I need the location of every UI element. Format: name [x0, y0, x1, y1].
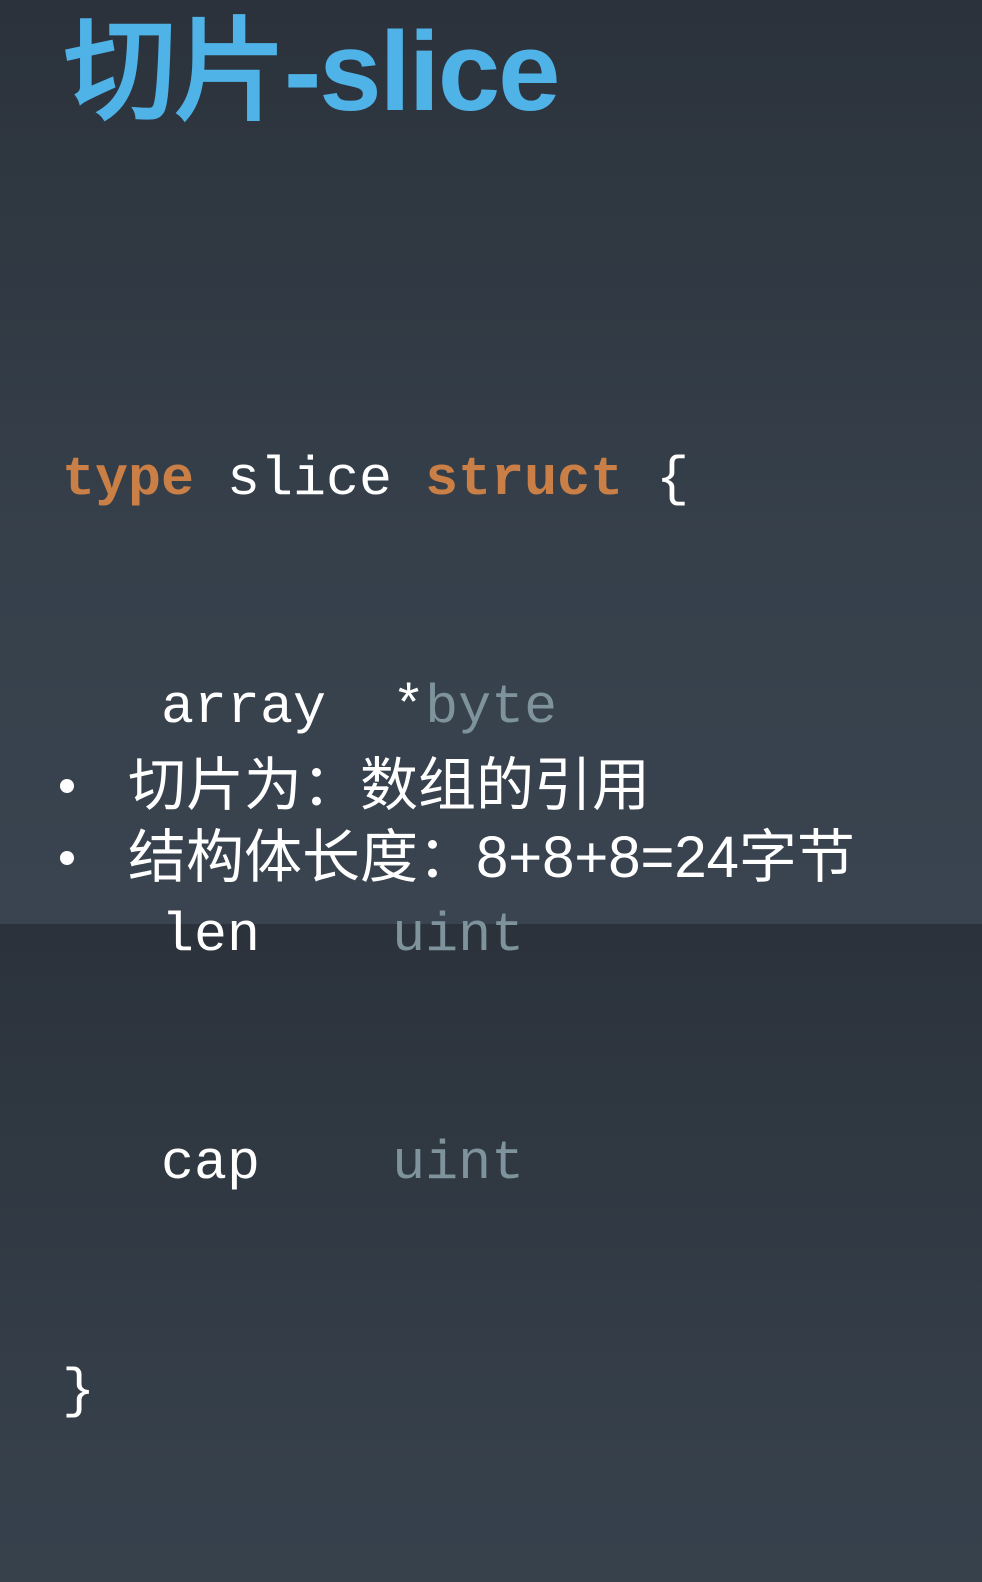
field-name: len [161, 904, 261, 967]
bullet-dot-icon [60, 851, 74, 865]
bullet-list: 切片为：数组的引用 结构体长度：8+8+8=24字节 [56, 750, 855, 894]
open-brace: { [623, 448, 690, 511]
code-line-field-array: array *byte [62, 670, 689, 746]
field-indent [62, 1132, 161, 1195]
struct-name: slice [194, 448, 426, 511]
field-type: byte [425, 676, 558, 739]
code-line-field-len: len uint [62, 898, 689, 974]
code-line-field-cap: cap uint [62, 1126, 689, 1202]
slide-title: 切片-slice [64, 9, 560, 134]
slide: 切片-slice type slice struct { array *byte… [0, 0, 982, 1423]
bullet-item: 切片为：数组的引用 [56, 750, 855, 822]
field-indent [62, 676, 161, 739]
field-name: cap [161, 1132, 261, 1195]
field-type: uint [392, 1132, 525, 1195]
field-gap [260, 904, 392, 967]
bullet-item: 结构体长度：8+8+8=24字节 [56, 822, 855, 894]
keyword-struct: struct [425, 448, 624, 511]
field-gap [326, 676, 392, 739]
pointer-star: * [392, 676, 426, 739]
field-type: uint [392, 904, 525, 967]
keyword-type: type [62, 448, 195, 511]
bullet-text: 结构体长度：8+8+8=24字节 [128, 825, 855, 890]
field-name: array [161, 676, 327, 739]
bullet-dot-icon [60, 779, 74, 793]
field-indent [62, 904, 161, 967]
code-block: type slice struct { array *byte len uint… [62, 290, 689, 1582]
field-gap [260, 1132, 392, 1195]
close-brace: } [62, 1360, 96, 1423]
code-line-close: } [62, 1354, 689, 1430]
code-line-struct-decl: type slice struct { [62, 442, 689, 518]
bullet-text: 切片为：数组的引用 [128, 753, 651, 818]
